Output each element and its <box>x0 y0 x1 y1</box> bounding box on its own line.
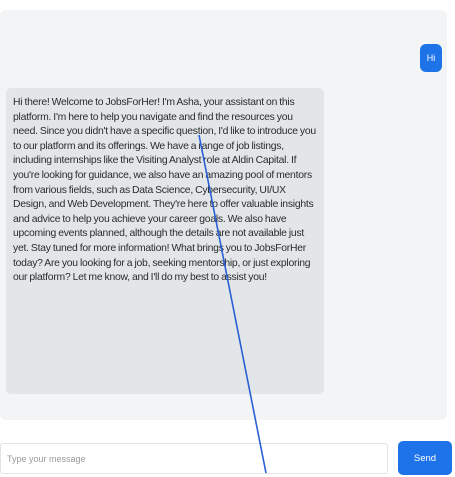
user-message-bubble: Hi <box>420 44 442 72</box>
message-input[interactable] <box>0 443 388 474</box>
assistant-message-bubble: Hi there! Welcome to JobsForHer! I'm Ash… <box>6 88 324 394</box>
chat-history-panel[interactable]: Hi Hi there! Welcome to JobsForHer! I'm … <box>0 10 447 420</box>
send-button[interactable]: Send <box>398 441 452 475</box>
message-composer: Send <box>0 441 455 477</box>
